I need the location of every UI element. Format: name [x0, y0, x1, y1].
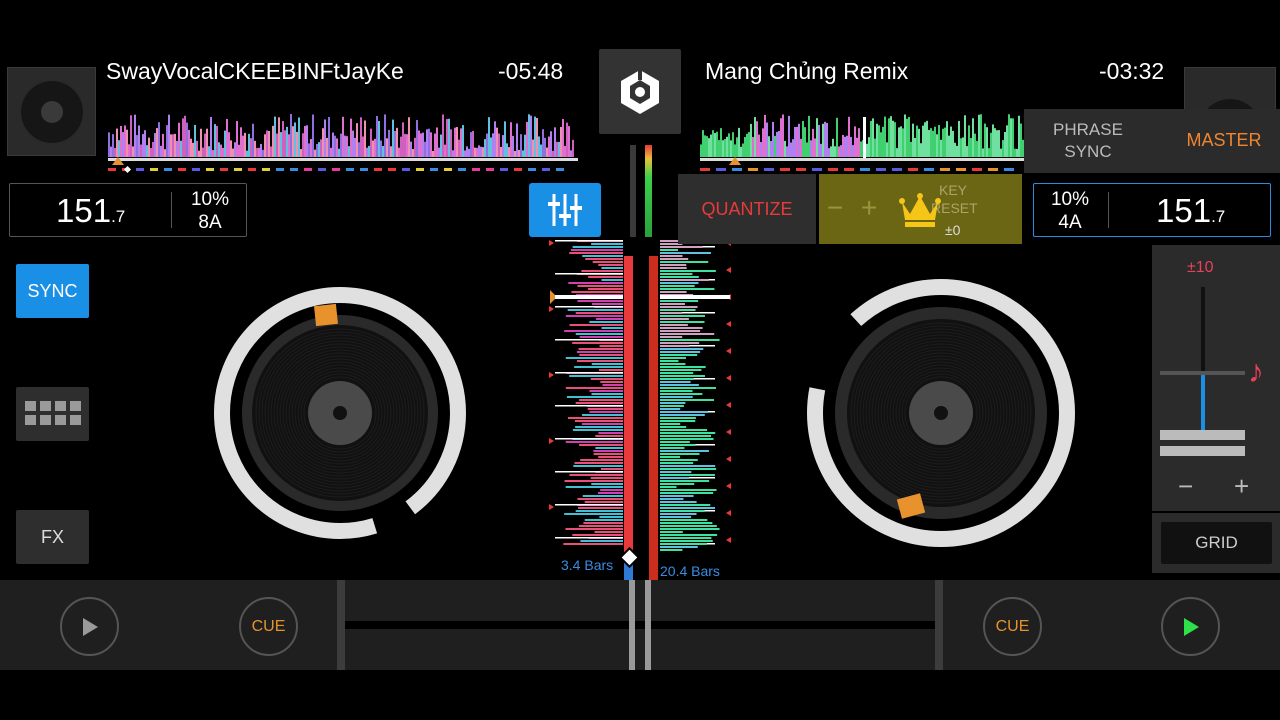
deck-a-beat-countdown: 3.4 Bars — [561, 557, 614, 573]
deck-b-sync-panel: PHRASE SYNC MASTER — [1024, 109, 1280, 173]
key-shift-panel: − + KEY RESET ±0 — [819, 174, 1022, 244]
tempo-slider-track[interactable] — [1201, 373, 1205, 433]
deck-b-pitch-range: 10% — [1050, 189, 1090, 210]
deck-a-key: 8A — [198, 212, 222, 233]
artwork-placeholder-disc-icon — [20, 80, 83, 143]
deck-a-jog-wheel[interactable] — [210, 285, 470, 545]
tempo-minus-button[interactable]: − — [1178, 471, 1193, 502]
deck-b-bpm-integer: 151 — [1156, 192, 1212, 229]
deck-a-pads-button[interactable] — [16, 387, 89, 441]
deck-b-beat-countdown: 20.4 Bars — [660, 563, 720, 579]
music-note-icon: ♪ — [1248, 353, 1264, 389]
deck-b-play-button[interactable] — [1161, 597, 1220, 656]
key-label: KEY — [939, 182, 968, 198]
deck-a-artwork[interactable] — [7, 67, 96, 156]
deck-a-pitch-range: 10% — [190, 189, 230, 210]
pad-grid-icon — [24, 401, 81, 425]
center-cue-diamond-icon — [618, 546, 641, 569]
deck-a-sync-button[interactable]: SYNC — [16, 264, 89, 318]
deck-b-bpm-display[interactable]: 10% 4A 151.7 — [1033, 183, 1271, 237]
deck-a-bpm-decimal: .7 — [111, 207, 126, 226]
deck-a-remaining-time[interactable]: -05:48 — [498, 58, 563, 85]
deck-b-jog-wheel[interactable] — [805, 277, 1077, 549]
deck-b-bpm-decimal: .7 — [1211, 207, 1226, 226]
deck-a-bpm-integer: 151 — [56, 192, 112, 229]
deck-b-key: 4A — [1058, 212, 1082, 233]
tempo-slider-handle[interactable] — [1160, 430, 1245, 460]
deck-b-track-title: Mang Chủng Remix — [705, 58, 909, 84]
center-zoom-waveforms[interactable] — [545, 240, 735, 582]
deck-a-fx-button[interactable]: FX — [16, 510, 89, 564]
deck-a-bpm-display[interactable]: 151.7 10% 8A — [9, 183, 247, 237]
deck-a-cue-button[interactable]: CUE — [239, 597, 298, 656]
deck-b-tempo-panel: ±10 ♪ − + — [1152, 245, 1280, 511]
quantize-button[interactable]: QUANTIZE — [678, 174, 816, 244]
deck-b-cue-button[interactable]: CUE — [983, 597, 1042, 656]
level-meter-b — [645, 145, 652, 237]
mixer-sliders-icon — [548, 194, 582, 226]
master-button[interactable]: MASTER — [1174, 130, 1274, 151]
tempo-range-label[interactable]: ±10 — [1187, 259, 1214, 277]
crossfader-handle[interactable] — [629, 580, 651, 670]
key-minus-button[interactable]: − — [827, 192, 843, 224]
grid-button[interactable]: GRID — [1161, 522, 1272, 564]
deck-a-play-button[interactable] — [60, 597, 119, 656]
key-shift-value: ±0 — [945, 222, 961, 238]
rekordbox-logo-icon — [621, 69, 659, 114]
deck-b-remaining-time[interactable]: -03:32 — [1099, 58, 1164, 85]
key-plus-button[interactable]: + — [861, 192, 877, 224]
mixer-toggle-button[interactable] — [529, 183, 601, 237]
phrase-sync-button[interactable]: PHRASE SYNC — [1028, 119, 1148, 163]
play-icon — [1183, 617, 1199, 636]
deck-a-overview-waveform[interactable] — [108, 113, 578, 175]
deck-a-jog-position-marker — [314, 303, 338, 327]
crown-icon — [899, 193, 941, 227]
level-meter-a — [630, 145, 636, 237]
tempo-plus-button[interactable]: + — [1234, 471, 1249, 502]
deck-a-track-title: SwayVocalCKEEBINFtJayKe — [106, 58, 404, 84]
deck-b-overview-waveform[interactable] — [700, 113, 1025, 175]
app-logo-button[interactable] — [599, 49, 681, 134]
play-icon — [82, 617, 98, 636]
